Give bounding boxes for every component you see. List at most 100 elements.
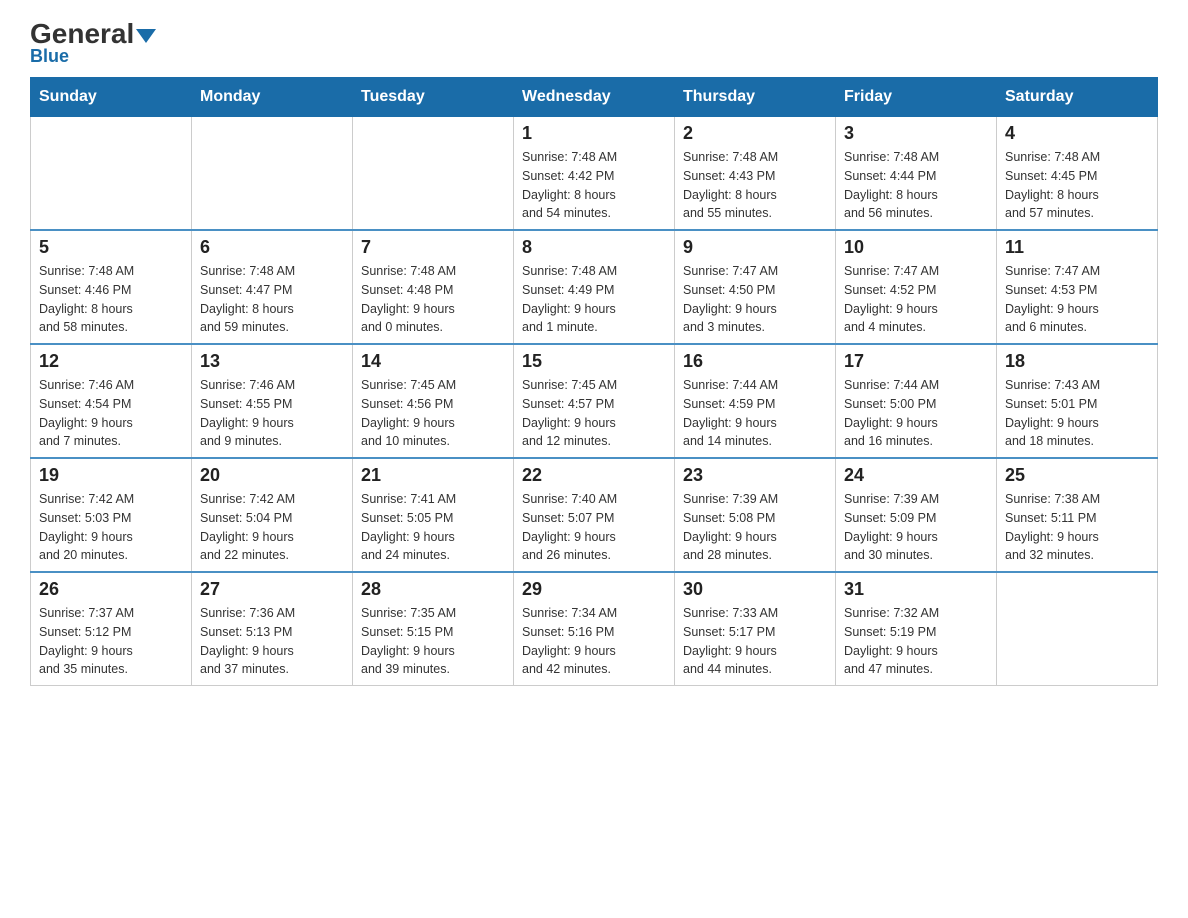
day-info: Sunrise: 7:48 AM Sunset: 4:45 PM Dayligh…: [1005, 148, 1149, 223]
day-number: 20: [200, 465, 344, 486]
day-number: 24: [844, 465, 988, 486]
logo-triangle-icon: [136, 29, 156, 43]
day-number: 15: [522, 351, 666, 372]
calendar-week-5: 26 Sunrise: 7:37 AM Sunset: 5:12 PM Dayli…: [31, 572, 1158, 686]
day-header-wednesday: Wednesday: [514, 78, 675, 117]
day-info: Sunrise: 7:35 AM Sunset: 5:15 PM Dayligh…: [361, 604, 505, 679]
calendar-cell: 7 Sunrise: 7:48 AM Sunset: 4:48 PM Daylig…: [353, 230, 514, 344]
calendar-cell: 12 Sunrise: 7:46 AM Sunset: 4:54 PM Dayli…: [31, 344, 192, 458]
day-number: 17: [844, 351, 988, 372]
day-info: Sunrise: 7:39 AM Sunset: 5:08 PM Dayligh…: [683, 490, 827, 565]
calendar-cell: 11 Sunrise: 7:47 AM Sunset: 4:53 PM Dayli…: [997, 230, 1158, 344]
page-header: General Blue: [30, 20, 1158, 67]
day-info: Sunrise: 7:34 AM Sunset: 5:16 PM Dayligh…: [522, 604, 666, 679]
calendar-cell: 4 Sunrise: 7:48 AM Sunset: 4:45 PM Daylig…: [997, 117, 1158, 231]
calendar-cell: 14 Sunrise: 7:45 AM Sunset: 4:56 PM Dayli…: [353, 344, 514, 458]
calendar-cell: 13Sunrise: 7:46 AM Sunset: 4:55 PM Dayli…: [192, 344, 353, 458]
day-header-monday: Monday: [192, 78, 353, 117]
day-info: Sunrise: 7:47 AM Sunset: 4:50 PM Dayligh…: [683, 262, 827, 337]
day-info: Sunrise: 7:39 AM Sunset: 5:09 PM Dayligh…: [844, 490, 988, 565]
calendar-cell: 24 Sunrise: 7:39 AM Sunset: 5:09 PM Dayli…: [836, 458, 997, 572]
day-info: Sunrise: 7:42 AM Sunset: 5:03 PM Dayligh…: [39, 490, 183, 565]
day-number: 4: [1005, 123, 1149, 144]
day-number: 27: [200, 579, 344, 600]
day-number: 8: [522, 237, 666, 258]
day-info: Sunrise: 7:42 AM Sunset: 5:04 PM Dayligh…: [200, 490, 344, 565]
calendar-cell: [31, 117, 192, 231]
day-number: 16: [683, 351, 827, 372]
day-info: Sunrise: 7:46 AM Sunset: 4:54 PM Dayligh…: [39, 376, 183, 451]
day-number: 14: [361, 351, 505, 372]
calendar-table: SundayMondayTuesdayWednesdayThursdayFrid…: [30, 77, 1158, 686]
day-header-thursday: Thursday: [675, 78, 836, 117]
calendar-cell: 31Sunrise: 7:32 AM Sunset: 5:19 PM Dayli…: [836, 572, 997, 686]
calendar-cell: [353, 117, 514, 231]
day-header-sunday: Sunday: [31, 78, 192, 117]
day-info: Sunrise: 7:43 AM Sunset: 5:01 PM Dayligh…: [1005, 376, 1149, 451]
day-info: Sunrise: 7:41 AM Sunset: 5:05 PM Dayligh…: [361, 490, 505, 565]
calendar-cell: 18 Sunrise: 7:43 AM Sunset: 5:01 PM Dayli…: [997, 344, 1158, 458]
calendar-cell: 26 Sunrise: 7:37 AM Sunset: 5:12 PM Dayli…: [31, 572, 192, 686]
day-info: Sunrise: 7:37 AM Sunset: 5:12 PM Dayligh…: [39, 604, 183, 679]
calendar-cell: 22 Sunrise: 7:40 AM Sunset: 5:07 PM Dayli…: [514, 458, 675, 572]
day-number: 1: [522, 123, 666, 144]
calendar-cell: 27 Sunrise: 7:36 AM Sunset: 5:13 PM Dayli…: [192, 572, 353, 686]
calendar-cell: 19Sunrise: 7:42 AM Sunset: 5:03 PM Dayli…: [31, 458, 192, 572]
day-number: 18: [1005, 351, 1149, 372]
day-number: 11: [1005, 237, 1149, 258]
logo-main-text: General: [30, 20, 156, 48]
logo: General Blue: [30, 20, 156, 67]
day-number: 31: [844, 579, 988, 600]
day-info: Sunrise: 7:33 AM Sunset: 5:17 PM Dayligh…: [683, 604, 827, 679]
day-header-friday: Friday: [836, 78, 997, 117]
calendar-cell: 9Sunrise: 7:47 AM Sunset: 4:50 PM Daylig…: [675, 230, 836, 344]
calendar-cell: 2Sunrise: 7:48 AM Sunset: 4:43 PM Daylig…: [675, 117, 836, 231]
day-number: 2: [683, 123, 827, 144]
day-info: Sunrise: 7:48 AM Sunset: 4:46 PM Dayligh…: [39, 262, 183, 337]
day-number: 30: [683, 579, 827, 600]
calendar-cell: 21 Sunrise: 7:41 AM Sunset: 5:05 PM Dayli…: [353, 458, 514, 572]
calendar-week-2: 5 Sunrise: 7:48 AM Sunset: 4:46 PM Daylig…: [31, 230, 1158, 344]
calendar-cell: 16 Sunrise: 7:44 AM Sunset: 4:59 PM Dayli…: [675, 344, 836, 458]
day-number: 12: [39, 351, 183, 372]
logo-sub-text: Blue: [30, 46, 69, 67]
day-number: 3: [844, 123, 988, 144]
day-info: Sunrise: 7:38 AM Sunset: 5:11 PM Dayligh…: [1005, 490, 1149, 565]
day-info: Sunrise: 7:45 AM Sunset: 4:56 PM Dayligh…: [361, 376, 505, 451]
calendar-cell: 30 Sunrise: 7:33 AM Sunset: 5:17 PM Dayli…: [675, 572, 836, 686]
day-header-saturday: Saturday: [997, 78, 1158, 117]
calendar-cell: 17 Sunrise: 7:44 AM Sunset: 5:00 PM Dayli…: [836, 344, 997, 458]
day-info: Sunrise: 7:36 AM Sunset: 5:13 PM Dayligh…: [200, 604, 344, 679]
day-number: 29: [522, 579, 666, 600]
day-number: 23: [683, 465, 827, 486]
calendar-cell: 23 Sunrise: 7:39 AM Sunset: 5:08 PM Dayli…: [675, 458, 836, 572]
calendar-cell: 10Sunrise: 7:47 AM Sunset: 4:52 PM Dayli…: [836, 230, 997, 344]
day-info: Sunrise: 7:47 AM Sunset: 4:53 PM Dayligh…: [1005, 262, 1149, 337]
day-info: Sunrise: 7:44 AM Sunset: 4:59 PM Dayligh…: [683, 376, 827, 451]
day-info: Sunrise: 7:46 AM Sunset: 4:55 PM Dayligh…: [200, 376, 344, 451]
calendar-cell: 8 Sunrise: 7:48 AM Sunset: 4:49 PM Daylig…: [514, 230, 675, 344]
day-info: Sunrise: 7:47 AM Sunset: 4:52 PM Dayligh…: [844, 262, 988, 337]
calendar-cell: 25Sunrise: 7:38 AM Sunset: 5:11 PM Dayli…: [997, 458, 1158, 572]
day-info: Sunrise: 7:48 AM Sunset: 4:42 PM Dayligh…: [522, 148, 666, 223]
day-number: 22: [522, 465, 666, 486]
calendar-cell: [192, 117, 353, 231]
day-number: 21: [361, 465, 505, 486]
day-info: Sunrise: 7:48 AM Sunset: 4:49 PM Dayligh…: [522, 262, 666, 337]
calendar-cell: [997, 572, 1158, 686]
calendar-cell: 28 Sunrise: 7:35 AM Sunset: 5:15 PM Dayli…: [353, 572, 514, 686]
calendar-header-row: SundayMondayTuesdayWednesdayThursdayFrid…: [31, 78, 1158, 117]
day-info: Sunrise: 7:44 AM Sunset: 5:00 PM Dayligh…: [844, 376, 988, 451]
calendar-cell: 3Sunrise: 7:48 AM Sunset: 4:44 PM Daylig…: [836, 117, 997, 231]
day-number: 26: [39, 579, 183, 600]
calendar-cell: 15Sunrise: 7:45 AM Sunset: 4:57 PM Dayli…: [514, 344, 675, 458]
day-info: Sunrise: 7:40 AM Sunset: 5:07 PM Dayligh…: [522, 490, 666, 565]
day-number: 28: [361, 579, 505, 600]
calendar-cell: 5 Sunrise: 7:48 AM Sunset: 4:46 PM Daylig…: [31, 230, 192, 344]
day-number: 7: [361, 237, 505, 258]
day-number: 6: [200, 237, 344, 258]
day-number: 5: [39, 237, 183, 258]
day-info: Sunrise: 7:48 AM Sunset: 4:48 PM Dayligh…: [361, 262, 505, 337]
day-header-tuesday: Tuesday: [353, 78, 514, 117]
calendar-week-1: 1 Sunrise: 7:48 AM Sunset: 4:42 PM Daylig…: [31, 117, 1158, 231]
